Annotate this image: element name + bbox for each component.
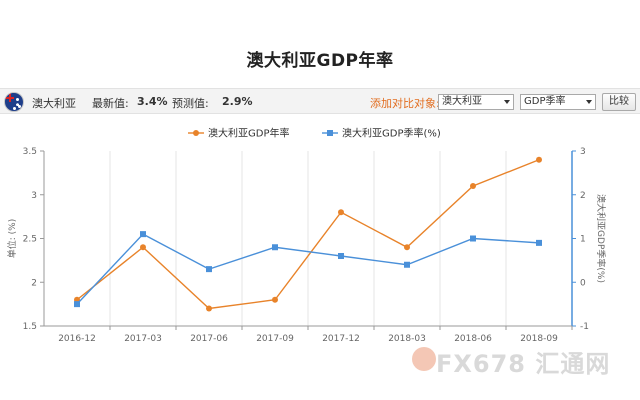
data-point xyxy=(272,296,278,303)
y2-tick-label: 0 xyxy=(580,278,586,288)
data-point xyxy=(140,244,146,251)
latest-value-label: 最新值: xyxy=(92,97,129,110)
y-tick-label: 3 xyxy=(31,191,37,201)
y-tick-label: 2.5 xyxy=(23,235,37,245)
data-point xyxy=(470,235,476,242)
watermark: FX678 汇通网 xyxy=(436,350,611,378)
chevron-down-icon xyxy=(586,100,592,104)
data-point xyxy=(338,253,344,259)
legend-marker xyxy=(327,130,333,136)
x-tick-label: 2016-12 xyxy=(58,334,96,344)
x-tick-label: 2018-06 xyxy=(454,334,492,344)
y2-tick-label: 2 xyxy=(580,191,586,201)
data-point xyxy=(74,301,80,308)
x-tick-label: 2018-09 xyxy=(520,334,558,344)
watermark-logo-icon xyxy=(412,347,436,371)
x-tick-label: 2017-09 xyxy=(256,334,294,344)
data-point xyxy=(206,266,212,273)
data-point xyxy=(536,156,542,163)
forecast-value-label: 预测值: xyxy=(172,97,209,110)
australia-flag-icon xyxy=(4,92,24,112)
data-point xyxy=(206,305,212,312)
country-name: 澳大利亚 xyxy=(32,97,76,110)
forecast-value: 2.9% xyxy=(222,95,253,108)
compare-label: 添加对比对象: xyxy=(370,97,440,110)
chevron-down-icon xyxy=(504,100,510,104)
compare-indicator-select[interactable]: GDP季率 xyxy=(520,94,596,110)
y2-tick-label: -1 xyxy=(580,322,589,332)
data-point xyxy=(404,244,410,251)
y-tick-label: 2 xyxy=(31,278,37,288)
info-bar: 澳大利亚 最新值: 3.4% 预测值: 2.9% 添加对比对象: 澳大利亚 GD… xyxy=(0,88,640,114)
data-point xyxy=(272,244,278,251)
compare-button[interactable]: 比较 xyxy=(602,93,636,111)
line-chart: 3.5 3 2.5 2 1.5 3 2 1 0 -1 2016-12 2017-03 2017-06 20… xyxy=(6,127,607,345)
y-tick-label: 1.5 xyxy=(23,322,37,332)
compare-country-select[interactable]: 澳大利亚 xyxy=(438,94,514,110)
data-point xyxy=(470,183,476,189)
compare-country-value: 澳大利亚 xyxy=(442,96,482,107)
y2-tick-label: 3 xyxy=(580,147,586,157)
data-point xyxy=(140,231,146,238)
latest-value: 3.4% xyxy=(137,95,168,108)
data-point xyxy=(404,261,410,268)
y-axis-title: 单位: (%) xyxy=(6,219,18,258)
data-point xyxy=(536,239,542,246)
y2-tick-label: 1 xyxy=(580,235,586,245)
data-point xyxy=(338,209,344,216)
x-tick-label: 2018-03 xyxy=(388,334,426,344)
legend-label: 澳大利亚GDP季率(%) xyxy=(342,127,441,140)
y2-axis-title: 澳大利亚GDP季率(%) xyxy=(595,194,607,283)
compare-indicator-value: GDP季率 xyxy=(524,96,566,107)
page-title: 澳大利亚GDP年率 xyxy=(246,51,394,71)
x-tick-label: 2017-03 xyxy=(124,334,162,344)
legend-label: 澳大利亚GDP年率 xyxy=(208,127,289,140)
legend-marker xyxy=(193,130,199,136)
y-tick-label: 3.5 xyxy=(23,147,37,157)
x-tick-label: 2017-06 xyxy=(190,334,228,344)
x-tick-label: 2017-12 xyxy=(322,334,360,344)
